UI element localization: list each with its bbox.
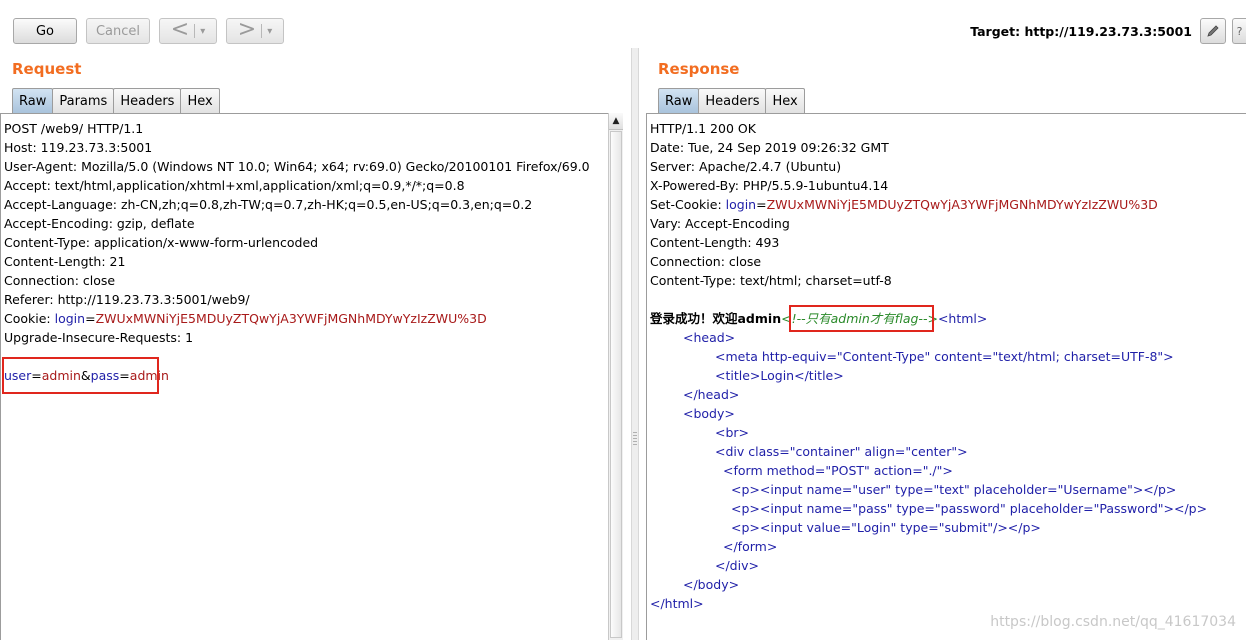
html-line: <head> xyxy=(683,330,736,345)
request-line: Accept-Language: zh-CN,zh;q=0.8,zh-TW;q=… xyxy=(4,197,533,212)
response-line: HTTP/1.1 200 OK xyxy=(650,121,756,136)
html-line: <p><input name="pass" type="password" pl… xyxy=(731,501,1208,516)
html-tag: <html> xyxy=(937,311,988,326)
cookie-value: ZWUxMWNiYjE5MDUyZTQwYjA3YWFjMGNhMDYwYzIz… xyxy=(766,197,1158,212)
request-line: Host: 119.23.73.3:5001 xyxy=(4,140,153,155)
tab-hex[interactable]: Hex xyxy=(180,88,220,113)
go-button[interactable]: Go xyxy=(13,18,77,44)
response-line: Vary: Accept-Encoding xyxy=(650,216,790,231)
divider xyxy=(261,24,263,38)
forward-button[interactable]: > ▾ xyxy=(226,18,284,44)
request-line: POST /web9/ HTTP/1.1 xyxy=(4,121,144,136)
response-line: Content-Type: text/html; charset=utf-8 xyxy=(650,273,892,288)
back-button[interactable]: < ▾ xyxy=(159,18,217,44)
html-line: <div class="container" align="center"> xyxy=(715,444,968,459)
divider xyxy=(194,24,196,38)
highlight-box xyxy=(789,305,934,332)
request-title: Request xyxy=(12,60,82,78)
html-line: </form> xyxy=(723,539,778,554)
response-line: Date: Tue, 24 Sep 2019 09:26:32 GMT xyxy=(650,140,889,155)
target-label: Target: http://119.23.73.3:5001 xyxy=(970,24,1192,39)
response-line: Connection: close xyxy=(650,254,762,269)
cookie-eq: = xyxy=(85,311,96,326)
edit-target-button[interactable] xyxy=(1200,18,1226,44)
html-line: <br> xyxy=(715,425,750,440)
set-cookie-line: Set-Cookie: login=ZWUxMWNiYjE5MDUyZTQwYj… xyxy=(650,195,1158,214)
response-tabs: Raw Headers Hex xyxy=(658,88,805,113)
set-cookie-prefix: Set-Cookie: xyxy=(650,197,726,212)
request-line: Upgrade-Insecure-Requests: 1 xyxy=(4,330,194,345)
tab-hex[interactable]: Hex xyxy=(765,88,805,113)
highlight-box xyxy=(2,357,159,394)
request-line: Connection: close xyxy=(4,273,116,288)
html-line: <meta http-equiv="Content-Type" content=… xyxy=(715,349,1174,364)
request-line: User-Agent: Mozilla/5.0 (Windows NT 10.0… xyxy=(4,159,590,174)
splitter-grip-icon xyxy=(633,432,637,446)
back-arrow-icon: < xyxy=(170,16,190,42)
tab-raw[interactable]: Raw xyxy=(658,88,700,113)
html-line: <title>Login</title> xyxy=(715,368,844,383)
help-icon: ? xyxy=(1236,24,1243,38)
cookie-value: ZWUxMWNiYjE5MDUyZTQwYjA3YWFjMGNhMDYwYzIz… xyxy=(95,311,487,326)
tab-raw[interactable]: Raw xyxy=(12,88,54,113)
request-line: Referer: http://119.23.73.3:5001/web9/ xyxy=(4,292,250,307)
pencil-icon xyxy=(1207,25,1219,37)
cookie-prefix: Cookie: xyxy=(4,311,55,326)
request-tabs: Raw Params Headers Hex xyxy=(12,88,220,113)
response-line: Content-Length: 493 xyxy=(650,235,780,250)
tab-params[interactable]: Params xyxy=(52,88,115,113)
cancel-button[interactable]: Cancel xyxy=(86,18,150,44)
request-line: Accept: text/html,application/xhtml+xml,… xyxy=(4,178,465,193)
html-line: </div> xyxy=(715,558,759,573)
response-line: X-Powered-By: PHP/5.5.9-1ubuntu4.14 xyxy=(650,178,889,193)
html-line: <p><input value="Login" type="submit"/><… xyxy=(731,520,1041,535)
html-line: </head> xyxy=(683,387,740,402)
tab-headers[interactable]: Headers xyxy=(698,88,767,113)
html-line: </html> xyxy=(650,596,704,611)
tab-headers[interactable]: Headers xyxy=(113,88,182,113)
cookie-line: Cookie: login=ZWUxMWNiYjE5MDUyZTQwYjA3YW… xyxy=(4,309,487,328)
chevron-down-icon[interactable]: ▾ xyxy=(267,26,272,37)
html-line: <form method="POST" action="./"> xyxy=(723,463,953,478)
scroll-thumb[interactable] xyxy=(610,131,622,638)
response-title: Response xyxy=(658,60,740,78)
cookie-name: login xyxy=(725,197,757,212)
cookie-name: login xyxy=(54,311,86,326)
request-editor[interactable]: POST /web9/ HTTP/1.1 Host: 119.23.73.3:5… xyxy=(0,113,609,640)
html-line: </body> xyxy=(683,577,740,592)
request-scrollbar[interactable]: ▲ xyxy=(608,113,623,640)
request-line: Content-Type: application/x-www-form-url… xyxy=(4,235,319,250)
request-line: Content-Length: 21 xyxy=(4,254,126,269)
forward-arrow-icon: > xyxy=(237,16,257,42)
scroll-up-icon[interactable]: ▲ xyxy=(609,113,623,130)
pane-splitter[interactable] xyxy=(631,48,639,640)
chevron-down-icon[interactable]: ▾ xyxy=(200,26,205,37)
html-line: <body> xyxy=(683,406,735,421)
login-success-text: 登录成功！欢迎admin xyxy=(650,311,782,326)
watermark: https://blog.csdn.net/qq_41617034 xyxy=(990,614,1236,630)
html-line: <p><input name="user" type="text" placeh… xyxy=(731,482,1177,497)
cookie-eq: = xyxy=(756,197,767,212)
response-line: Server: Apache/2.4.7 (Ubuntu) xyxy=(650,159,842,174)
response-editor[interactable]: HTTP/1.1 200 OK Date: Tue, 24 Sep 2019 0… xyxy=(646,113,1246,640)
help-button[interactable]: ? xyxy=(1232,18,1246,44)
request-line: Accept-Encoding: gzip, deflate xyxy=(4,216,195,231)
